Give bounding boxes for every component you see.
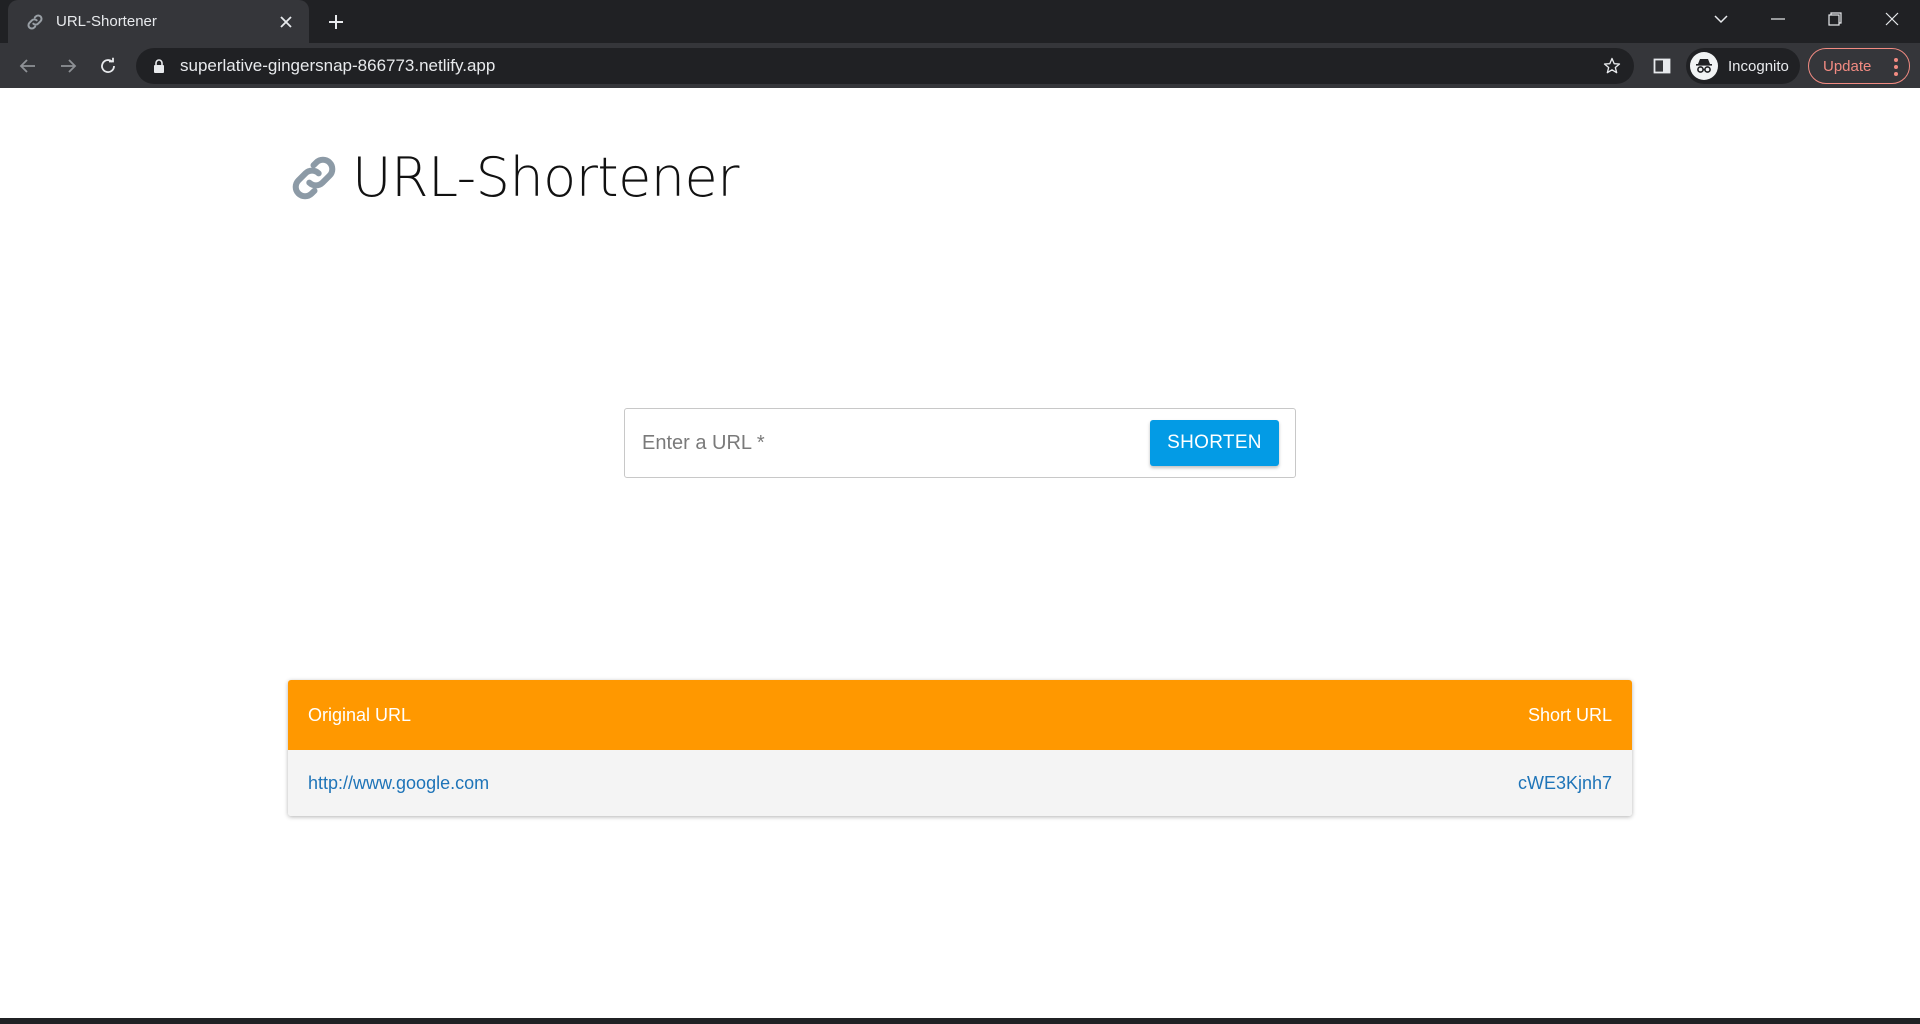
table-row: http://www.google.com cWE3Kjnh7	[288, 750, 1632, 816]
update-label: Update	[1823, 57, 1872, 75]
page-title: URL-Shortener	[352, 146, 739, 209]
new-tab-button[interactable]	[322, 9, 350, 35]
shorten-button[interactable]: SHORTEN	[1150, 420, 1279, 466]
window-controls	[1692, 0, 1920, 38]
restore-icon[interactable]	[1806, 0, 1863, 38]
incognito-icon	[1690, 52, 1718, 80]
tab-title: URL-Shortener	[56, 13, 157, 30]
close-icon[interactable]	[275, 11, 297, 33]
side-panel-icon[interactable]	[1648, 53, 1676, 79]
forward-arrow-icon[interactable]	[48, 46, 88, 86]
minimize-icon[interactable]	[1749, 0, 1806, 38]
short-url-link[interactable]: cWE3Kjnh7	[1518, 773, 1612, 794]
column-header-original: Original URL	[308, 704, 412, 725]
close-window-icon[interactable]	[1863, 0, 1920, 38]
original-url-link[interactable]: http://www.google.com	[308, 773, 489, 794]
column-header-short: Short URL	[1527, 704, 1612, 725]
url-input[interactable]	[626, 410, 1146, 476]
incognito-indicator[interactable]: Incognito	[1686, 48, 1800, 84]
link-icon	[292, 156, 336, 199]
address-bar[interactable]: superlative-gingersnap-866773.netlify.ap…	[136, 48, 1634, 84]
page-heading: URL-Shortener	[286, 146, 739, 209]
tab-search-icon[interactable]	[1692, 0, 1749, 38]
shorten-form: SHORTEN	[624, 408, 1296, 478]
reload-icon[interactable]	[88, 46, 128, 86]
more-menu-icon[interactable]	[1893, 58, 1899, 76]
incognito-label: Incognito	[1728, 57, 1789, 75]
address-url[interactable]: superlative-gingersnap-866773.netlify.ap…	[180, 56, 1594, 76]
url-table: Original URL Short URL http://www.google…	[288, 680, 1632, 816]
lock-icon[interactable]	[150, 57, 168, 75]
link-icon	[24, 11, 46, 33]
table-header: Original URL Short URL	[288, 680, 1632, 750]
bottom-edge	[0, 1018, 1920, 1024]
back-arrow-icon[interactable]	[8, 46, 48, 86]
tab-strip: URL-Shortener	[0, 0, 1920, 43]
browser-chrome: URL-Shortener superlative-gingersnap-866…	[0, 0, 1920, 88]
update-button[interactable]: Update	[1808, 48, 1910, 84]
browser-toolbar: superlative-gingersnap-866773.netlify.ap…	[0, 43, 1920, 88]
tab-url-shortener[interactable]: URL-Shortener	[8, 0, 309, 43]
page-content: URL-Shortener SHORTEN Original URL Short…	[0, 88, 1920, 1018]
bookmark-star-icon[interactable]	[1594, 48, 1630, 84]
